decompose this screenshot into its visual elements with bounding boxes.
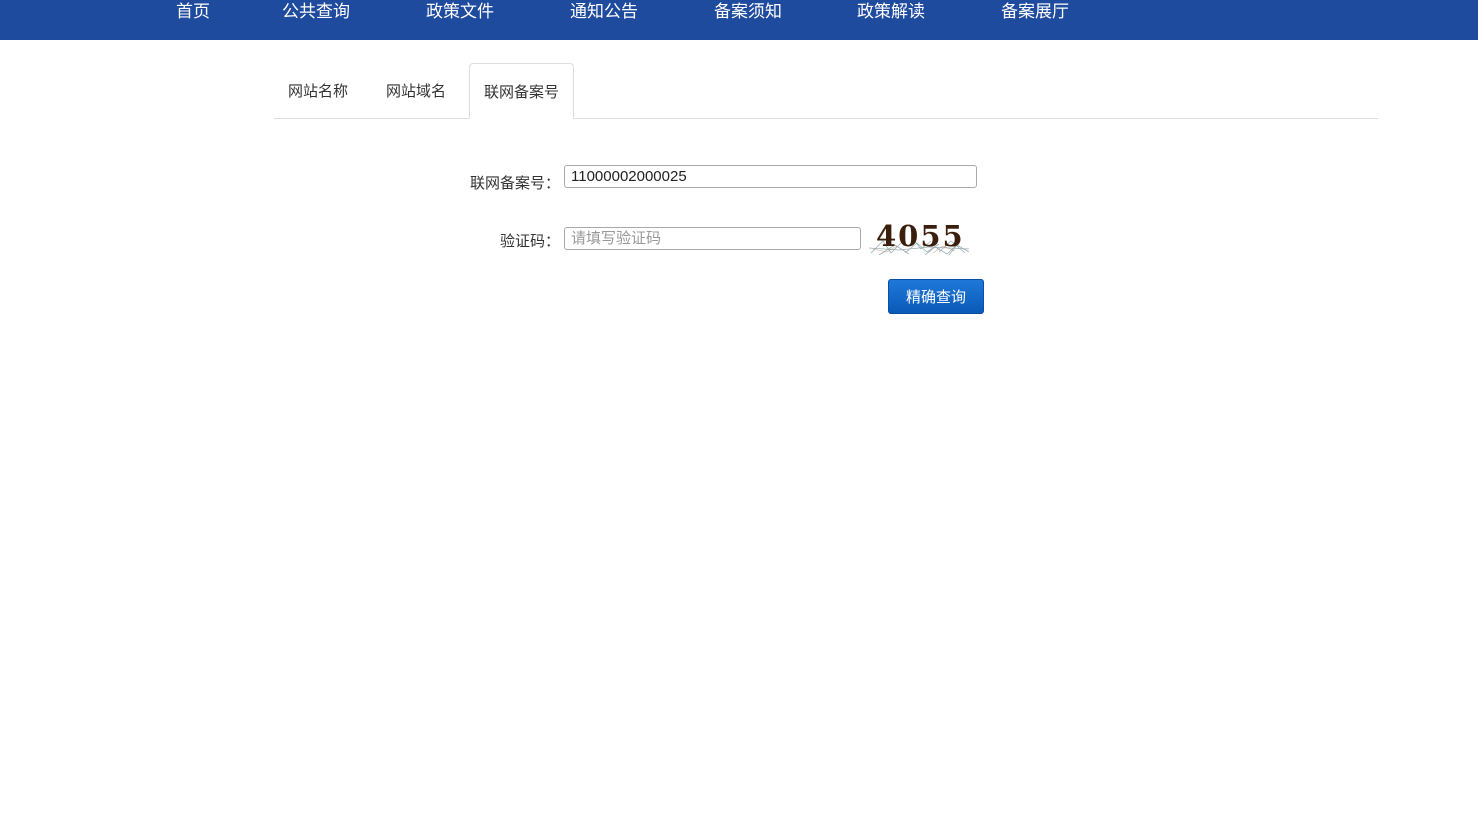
nav-item-home[interactable]: 首页 — [176, 0, 210, 24]
query-tabs: 网站名称 网站域名 联网备案号 — [274, 63, 1378, 119]
captcha-code-text: 4055 — [876, 219, 965, 253]
record-number-label: 联网备案号： — [469, 174, 560, 192]
tab-record-number[interactable]: 联网备案号 — [469, 63, 575, 119]
tab-site-domain[interactable]: 网站域名 — [372, 63, 460, 117]
captcha-input[interactable] — [564, 227, 861, 250]
tab-site-name[interactable]: 网站名称 — [274, 63, 362, 117]
nav-item-filing-guide[interactable]: 备案须知 — [714, 0, 782, 24]
nav-item-policy-documents[interactable]: 政策文件 — [426, 0, 494, 24]
nav-item-policy-interpretation[interactable]: 政策解读 — [857, 0, 925, 24]
record-number-input[interactable] — [564, 165, 977, 188]
top-nav-bar: 首页 公共查询 政策文件 通知公告 备案须知 政策解读 备案展厅 — [0, 0, 1478, 40]
captcha-image[interactable]: 4055 — [869, 219, 969, 255]
exact-query-button[interactable]: 精确查询 — [888, 279, 984, 314]
nav-item-notices[interactable]: 通知公告 — [570, 0, 638, 24]
captcha-label: 验证码： — [499, 232, 560, 250]
nav-item-public-query[interactable]: 公共查询 — [282, 0, 350, 24]
nav-item-filing-hall[interactable]: 备案展厅 — [1001, 0, 1069, 24]
